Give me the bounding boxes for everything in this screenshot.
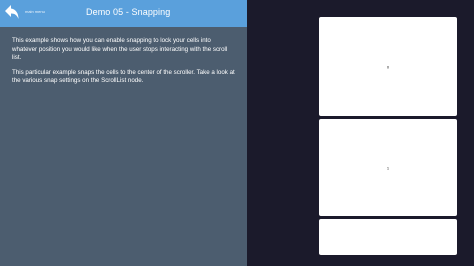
- page-title: Demo 05 - Snapping: [86, 7, 171, 17]
- scroll-list[interactable]: 0 1: [247, 0, 474, 266]
- scroll-cell[interactable]: 1: [319, 119, 457, 216]
- cell-label: 1: [386, 165, 390, 170]
- back-button[interactable]: [4, 3, 20, 23]
- info-panel: main menu Demo 05 - Snapping This exampl…: [0, 0, 247, 266]
- header-bar: main menu Demo 05 - Snapping: [0, 0, 247, 27]
- app-window: main menu Demo 05 - Snapping This exampl…: [0, 0, 474, 266]
- scroll-cell[interactable]: 0: [319, 17, 457, 116]
- cell-label: 0: [386, 64, 390, 69]
- description-text: This example shows how you can enable sn…: [12, 37, 237, 92]
- scroll-cell[interactable]: [319, 219, 457, 255]
- description-paragraph-2: This particular example snaps the cells …: [12, 68, 235, 85]
- back-arrow-icon: [5, 5, 19, 19]
- description-paragraph-1: This example shows how you can enable sn…: [12, 37, 228, 61]
- main-menu-label[interactable]: main menu: [25, 9, 45, 14]
